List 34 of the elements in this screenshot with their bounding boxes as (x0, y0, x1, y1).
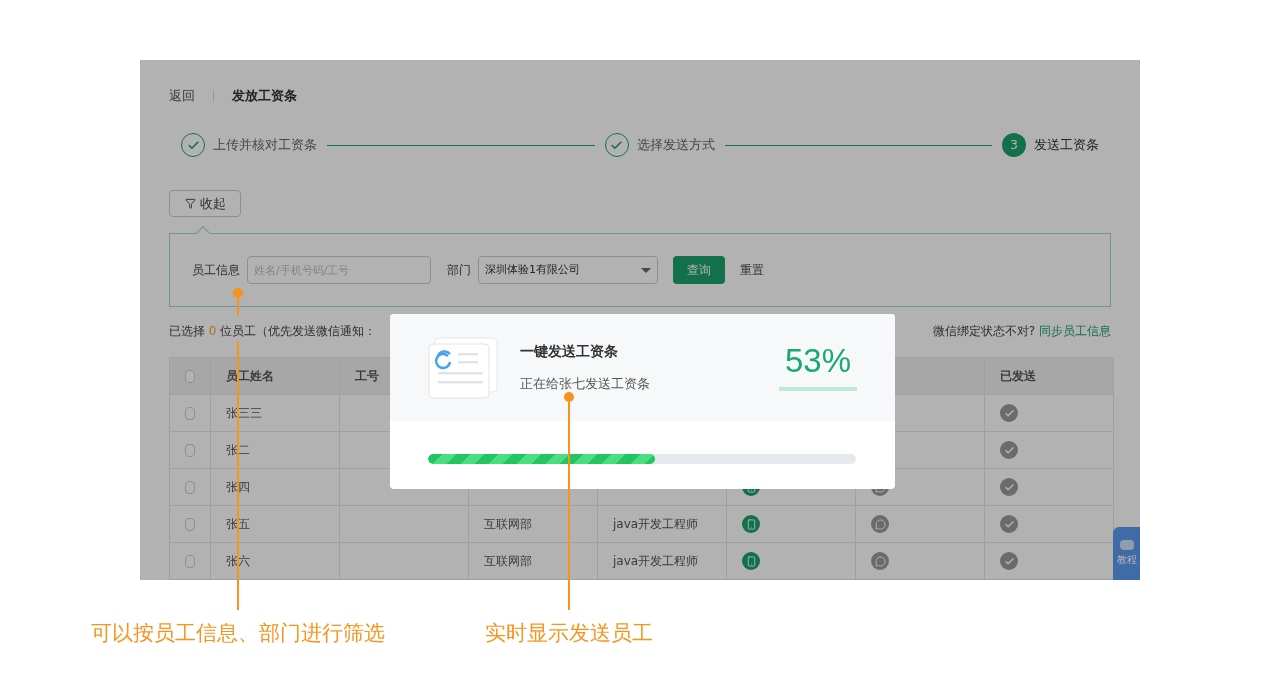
row-checkbox[interactable] (185, 480, 195, 494)
sending-status: 正在给张七发送工资条 (520, 375, 650, 394)
table-cell: java开发工程师 (598, 506, 727, 543)
book-icon (1119, 540, 1134, 550)
query-button[interactable]: 查询 (673, 256, 725, 284)
department-select[interactable]: 深圳体验1有限公司 (478, 256, 658, 284)
page-title: 发放工资条 (232, 87, 297, 106)
table-cell: java开发工程师 (598, 543, 727, 580)
caret-icon (641, 267, 651, 273)
select-all-checkbox[interactable] (185, 369, 195, 383)
selection-summary: 已选择 0 位员工（优先发送微信通知： (169, 323, 377, 340)
employee-label: 员工信息 (192, 262, 240, 279)
filter-icon (184, 198, 196, 209)
step-number: 3 (1002, 133, 1026, 157)
column-header: 已发送 (985, 358, 1114, 395)
collapse-filter-button[interactable]: 收起 (169, 190, 241, 217)
leader-line (233, 288, 243, 316)
sync-employee-link[interactable]: 同步员工信息 (1039, 322, 1111, 340)
annotation-text: 实时显示发送员工 (485, 620, 653, 647)
row-checkbox[interactable] (185, 443, 195, 457)
reset-button[interactable]: 重置 (740, 261, 764, 279)
row-checkbox[interactable] (185, 406, 195, 420)
sync-question: 微信绑定状态不对? (932, 323, 1035, 340)
department-label: 部门 (447, 262, 471, 279)
step-label: 发送工资条 (1034, 136, 1099, 155)
progress-percentage: 53% (784, 344, 852, 377)
document-refresh-icon (428, 336, 498, 399)
dialog-title: 一键发送工资条 (520, 342, 619, 362)
row-checkbox[interactable] (185, 517, 195, 531)
annotation-text: 可以按员工信息、部门进行筛选 (91, 620, 385, 647)
back-link[interactable]: 返回 (169, 86, 195, 106)
step-label: 上传并核对工资条 (213, 136, 317, 155)
step-label: 选择发送方式 (636, 136, 715, 155)
row-checkbox[interactable] (185, 554, 195, 568)
